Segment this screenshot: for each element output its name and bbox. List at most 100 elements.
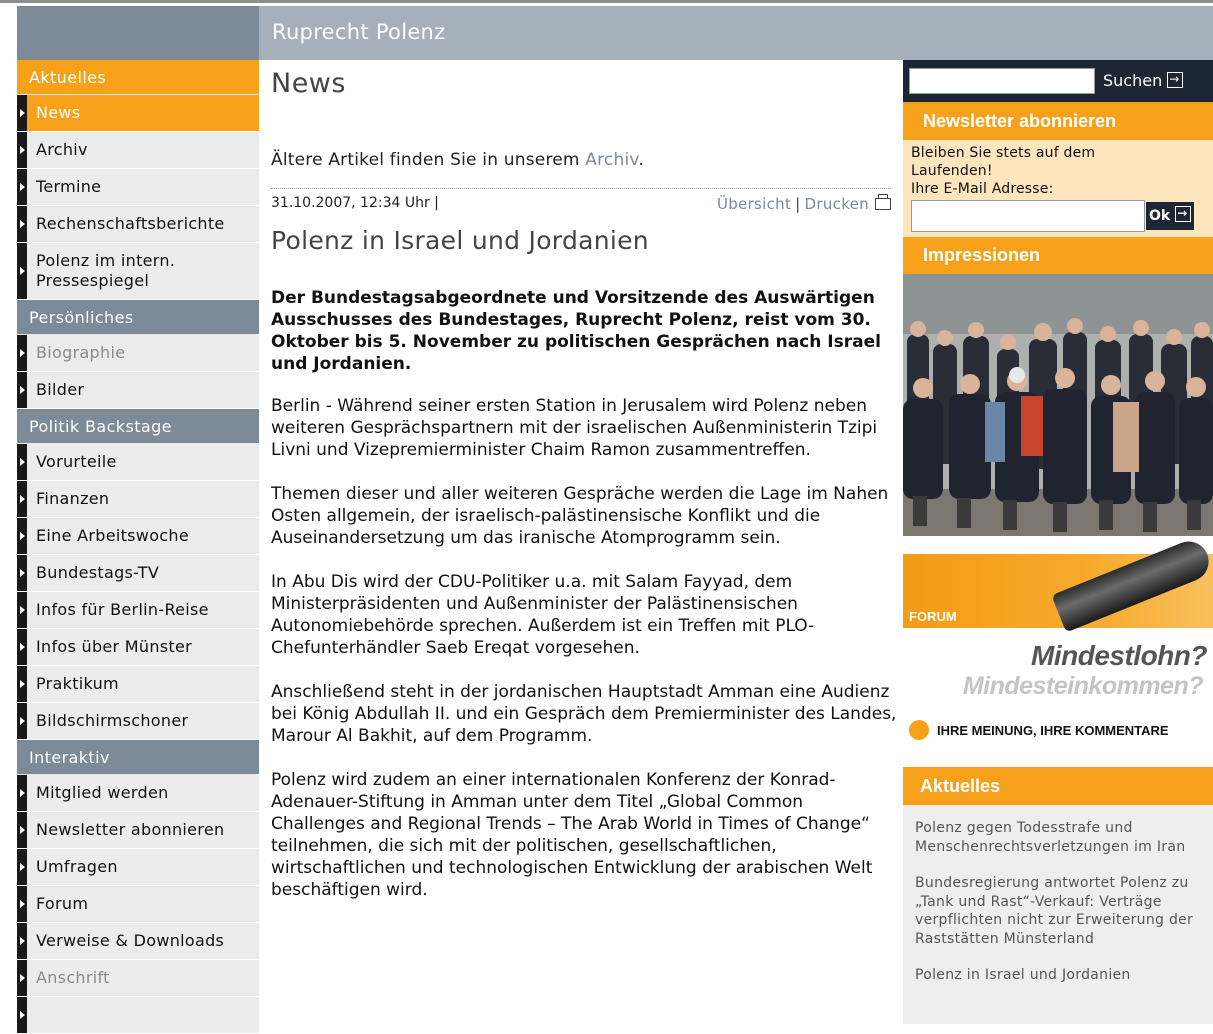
group-photo[interactable] <box>903 274 1213 536</box>
forum-headline-1: Mindestlohn? <box>1031 640 1207 671</box>
arrow-right-icon <box>1167 70 1184 88</box>
bullet-arrow-icon <box>17 592 27 628</box>
nav-item-bilder[interactable]: Bilder <box>17 372 259 409</box>
nav-item-anschrift[interactable]: Anschrift <box>17 960 259 997</box>
article-title: Polenz in Israel und Jordanien <box>271 226 649 255</box>
forum-banner[interactable]: FORUM Mindestlohn? Mindesteinkommen? IHR… <box>903 535 1213 754</box>
nav-item-verweise-downloads[interactable]: Verweise & Downloads <box>17 923 259 960</box>
archive-link[interactable]: Archiv <box>585 150 638 170</box>
nav-section-politik-backstage[interactable]: Politik Backstage <box>17 409 259 444</box>
site-title: Ruprecht Polenz <box>272 20 446 44</box>
aktuelles-list: Polenz gegen Todesstrafe und Menschenrec… <box>903 805 1213 985</box>
bullet-arrow-icon <box>17 703 27 739</box>
site-header: Ruprecht Polenz <box>17 6 1213 60</box>
bullet-arrow-icon <box>17 132 27 168</box>
nav-item-news[interactable]: News <box>17 95 259 132</box>
bullet-arrow-icon <box>17 555 27 591</box>
nav-item-praktikum[interactable]: Praktikum <box>17 666 259 703</box>
forum-label: FORUM <box>909 609 957 624</box>
nav-item-label: Rechenschaftsberichte <box>36 214 225 233</box>
nav-item-bundestags-tv[interactable]: Bundestags-TV <box>17 555 259 592</box>
nav-item-label: Bundestags-TV <box>36 563 160 582</box>
aktuelles-link[interactable]: Bundesregierung antwortet Polenz zu „Tan… <box>915 874 1213 948</box>
nav-item-bildschirmschoner[interactable]: Bildschirmschoner <box>17 703 259 740</box>
newsletter-email-field[interactable] <box>911 200 1145 232</box>
nav-item-label: News <box>36 103 81 122</box>
bullet-arrow-icon <box>17 666 27 702</box>
nav-item-label: Eine Arbeitswoche <box>36 526 189 545</box>
search-button[interactable]: Suchen <box>1103 68 1184 94</box>
nav-item-label: Infos über Münster <box>36 637 193 656</box>
nav-item-label: Infos für Berlin-Reise <box>36 600 209 619</box>
aktuelles-link[interactable]: Polenz in Israel und Jordanien <box>915 966 1213 985</box>
nav-item-label: Biographie <box>36 343 126 362</box>
nav-item-label: Bilder <box>36 380 85 399</box>
nav-item-label: Verweise & Downloads <box>36 931 225 950</box>
nav-item-label: Anschrift <box>36 968 110 987</box>
main-content: News Ältere Artikel finden Sie in unsere… <box>259 60 903 1024</box>
nav-item-archiv[interactable]: Archiv <box>17 132 259 169</box>
nav-section-aktuelles[interactable]: Aktuelles <box>17 60 259 95</box>
nav-item-umfragen[interactable]: Umfragen <box>17 849 259 886</box>
nav-item-rechenschaftsberichte[interactable]: Rechenschaftsberichte <box>17 206 259 243</box>
forum-cta: IHRE MEINUNG, IHRE KOMMENTARE <box>909 720 1169 740</box>
nav-item-label: Umfragen <box>36 857 118 876</box>
nav-item-label: Bildschirmschoner <box>36 711 189 730</box>
nav-item-label: Newsletter abonnieren <box>36 820 225 839</box>
bullet-arrow-icon <box>17 849 27 885</box>
bullet-arrow-icon <box>17 960 27 996</box>
archive-hint: Ältere Artikel finden Sie in unserem Arc… <box>271 150 644 170</box>
nav-item-vorurteile[interactable]: Vorurteile <box>17 444 259 481</box>
archive-hint-prefix: Ältere Artikel finden Sie in unserem <box>271 150 586 170</box>
nav-item-label: Mitglied werden <box>36 783 169 802</box>
newsletter-email-label: Ihre E-Mail Adresse: <box>911 181 1054 197</box>
aktuelles-link[interactable]: Polenz gegen Todesstrafe und Menschenrec… <box>915 819 1213 856</box>
aktuelles-box: Aktuelles Polenz gegen Todesstrafe und M… <box>903 767 1213 1024</box>
aktuelles-heading: Aktuelles <box>903 767 1213 805</box>
search-bar: Suchen <box>903 60 1213 102</box>
nav-item-label: Finanzen <box>36 489 110 508</box>
bullet-arrow-icon <box>17 444 27 480</box>
nav-section-interaktiv[interactable]: Interaktiv <box>17 740 259 775</box>
forum-cta-label: IHRE MEINUNG, IHRE KOMMENTARE <box>937 723 1169 738</box>
article-paragraph: Berlin - Während seiner ersten Station i… <box>271 396 878 460</box>
print-link[interactable]: Drucken <box>805 195 869 213</box>
nav-item-label: Forum <box>36 894 89 913</box>
search-input[interactable] <box>909 68 1095 94</box>
group-photo-illustration <box>903 274 1213 536</box>
nav-item-mitglied-werden[interactable]: Mitglied werden <box>17 775 259 812</box>
search-button-label: Suchen <box>1103 71 1163 90</box>
article-date: 31.10.2007, 12:34 Uhr | <box>271 195 439 211</box>
printer-icon[interactable] <box>875 194 891 210</box>
fountain-pen-icon <box>1051 535 1213 633</box>
page-title: News <box>271 68 346 99</box>
article-paragraph: Anschließend steht in der jordanischen H… <box>271 682 897 746</box>
nav-item-berlin-reise[interactable]: Infos für Berlin-Reise <box>17 592 259 629</box>
bullet-arrow-icon <box>17 169 27 205</box>
bullet-arrow-icon <box>17 206 27 242</box>
nav-item-label: Polenz im intern. Pressespiegel <box>36 251 176 290</box>
bullet-arrow-icon <box>17 812 27 848</box>
nav-item-pressespiegel[interactable]: Polenz im intern. Pressespiegel <box>17 243 259 300</box>
nav-item-forum[interactable]: Forum <box>17 886 259 923</box>
nav-item-arbeitswoche[interactable]: Eine Arbeitswoche <box>17 518 259 555</box>
nav-item-biographie[interactable]: Biographie <box>17 335 259 372</box>
newsletter-ok-button[interactable]: Ok <box>1146 202 1194 230</box>
bullet-arrow-icon <box>17 95 27 131</box>
nav-item-finanzen[interactable]: Finanzen <box>17 481 259 518</box>
bullet-arrow-icon <box>17 243 27 299</box>
article-paragraph: In Abu Dis wird der CDU-Politiker u.a. m… <box>271 572 815 658</box>
bullet-arrow-icon <box>17 775 27 811</box>
nav-item-termine[interactable]: Termine <box>17 169 259 206</box>
article-paragraph: Polenz wird zudem an einer international… <box>271 770 873 900</box>
nav-item-infos-muenster[interactable]: Infos über Münster <box>17 629 259 666</box>
forum-banner-top: FORUM <box>903 535 1213 633</box>
bullet-arrow-icon <box>17 923 27 959</box>
nav-item-cut-off[interactable] <box>17 997 259 1034</box>
article-body: Berlin - Während seiner ersten Station i… <box>271 395 899 923</box>
newsletter-description: Bleiben Sie stets auf dem Laufenden! <box>911 145 1096 179</box>
overview-link[interactable]: Übersicht <box>717 195 791 213</box>
forum-headline-2: Mindesteinkommen? <box>962 672 1204 700</box>
nav-item-newsletter[interactable]: Newsletter abonnieren <box>17 812 259 849</box>
nav-section-persoenliches[interactable]: Persönliches <box>17 300 259 335</box>
